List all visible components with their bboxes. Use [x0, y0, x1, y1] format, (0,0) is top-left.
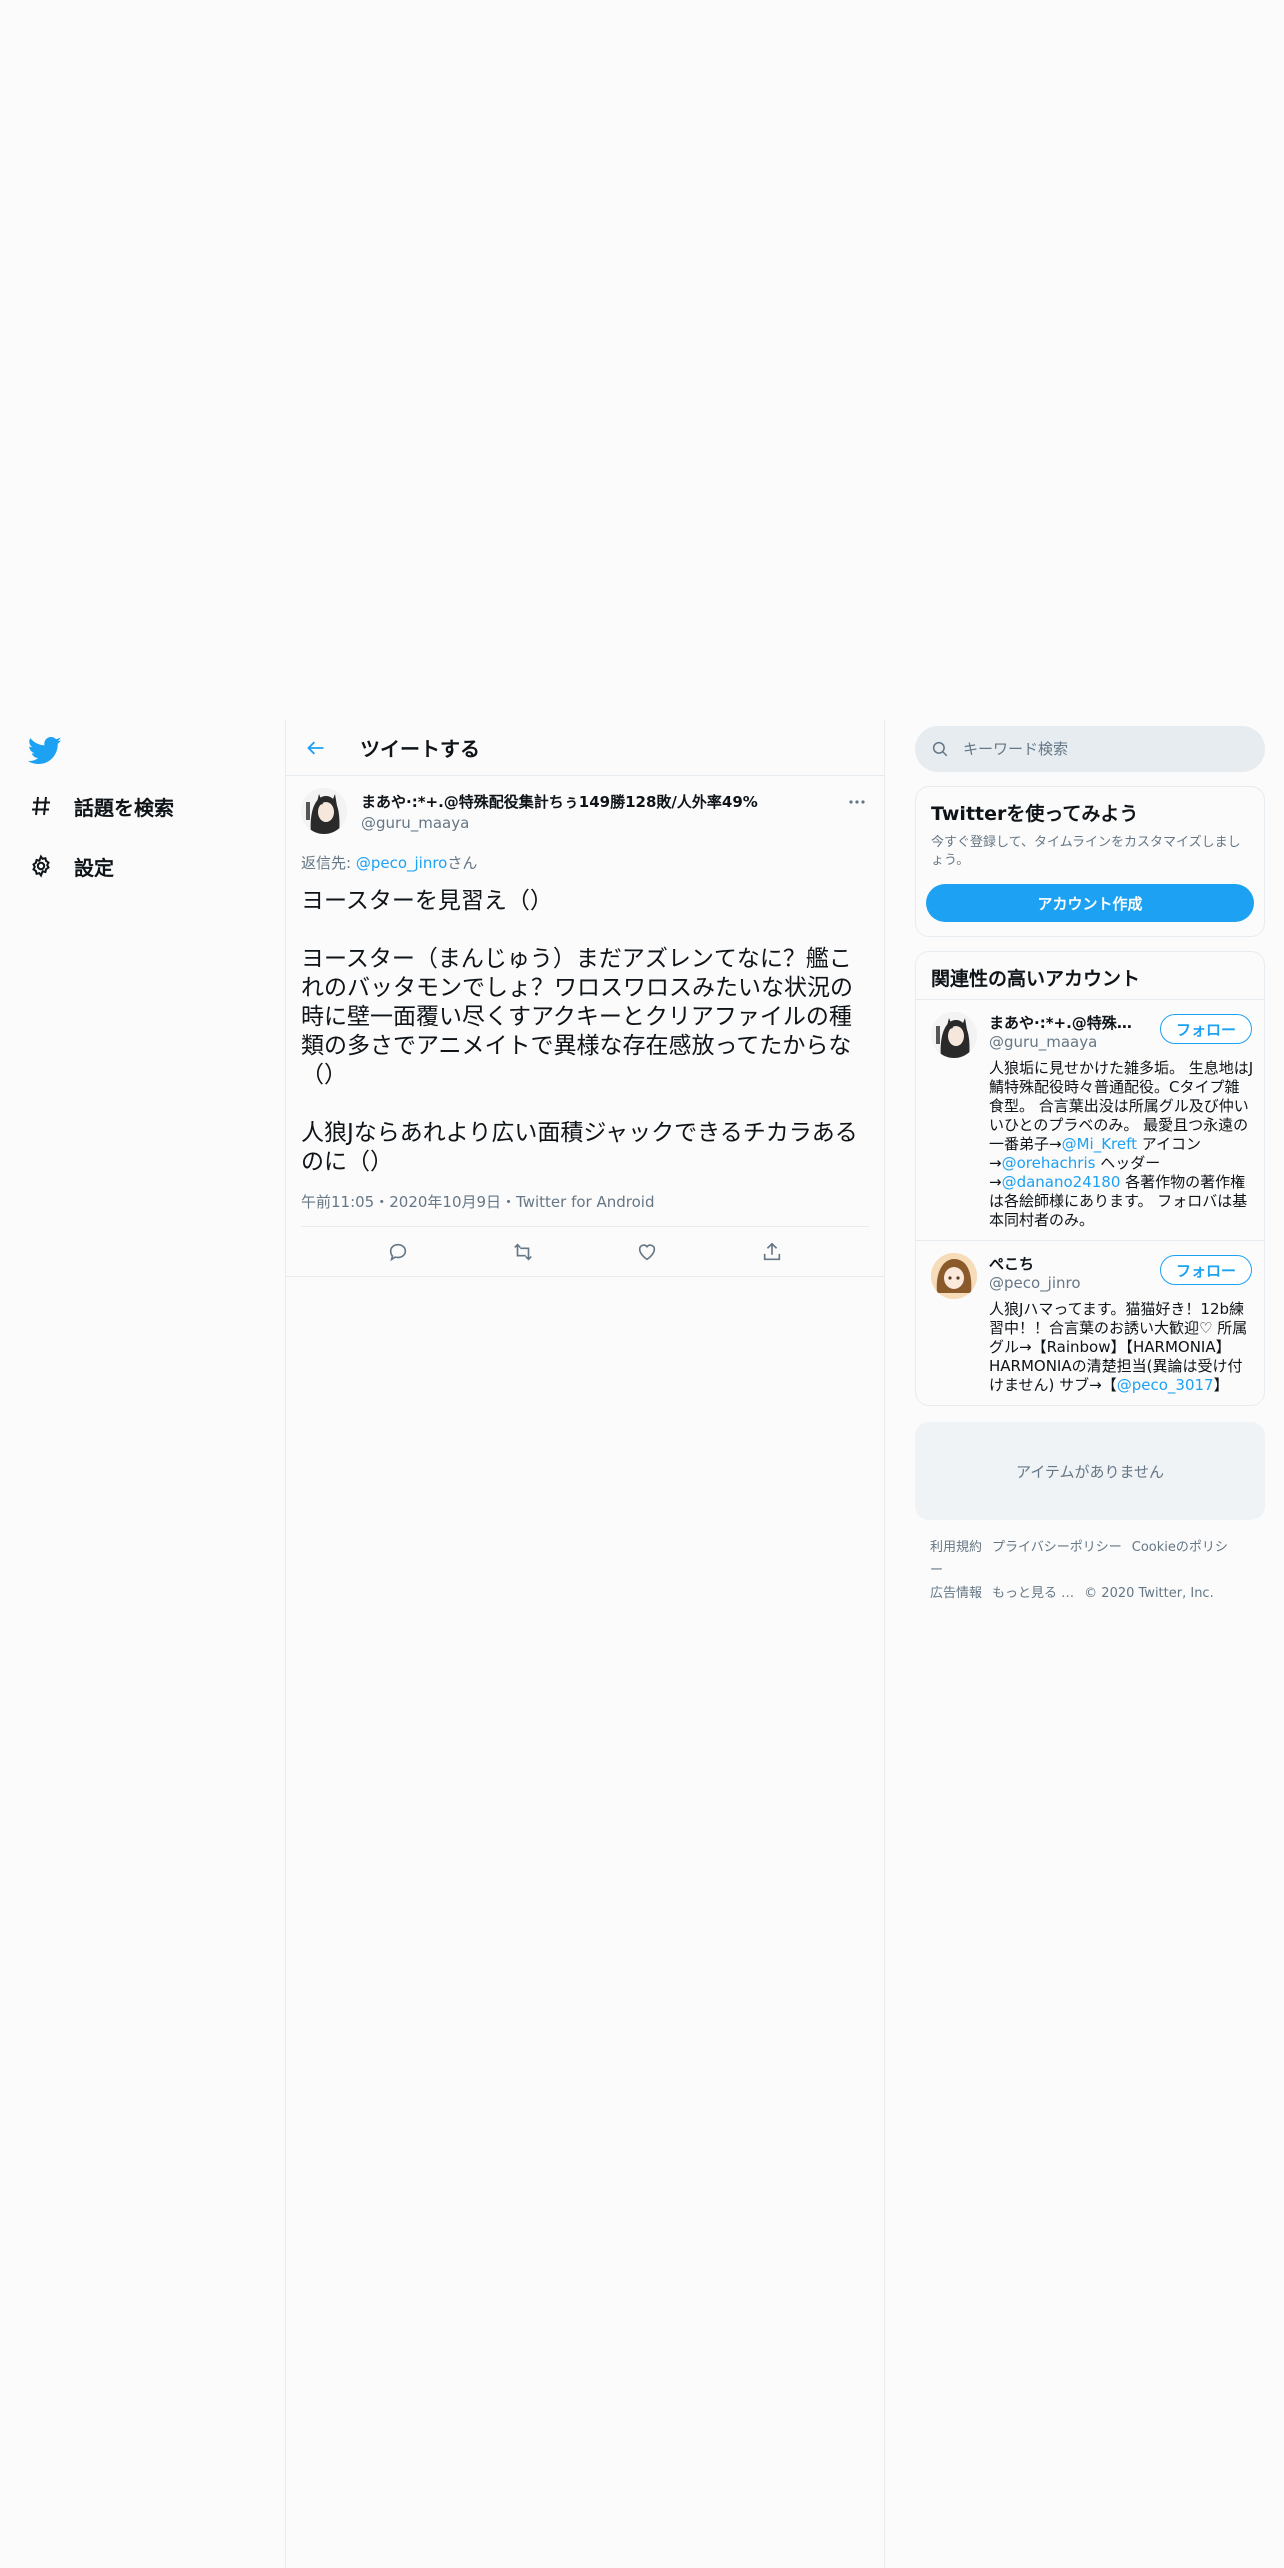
- page: 話題を検索 設定 ツイートする まあや·:*+.@特殊配役集計ちぅ149勝128…: [0, 0, 1284, 2568]
- copyright: © 2020 Twitter, Inc.: [1084, 1586, 1214, 1601]
- bio-link[interactable]: @peco_3017: [1117, 1376, 1214, 1394]
- page-title: ツイートする: [360, 737, 480, 761]
- bio-text: 】: [1213, 1376, 1229, 1394]
- reply-suffix: さん: [447, 854, 478, 872]
- nav-settings-label: 設定: [74, 855, 114, 880]
- footer-link[interactable]: 利用規約: [930, 1540, 982, 1555]
- signup-card: Twitterを使ってみよう 今すぐ登録して、タイムラインをカスタマイズしましょ…: [915, 786, 1265, 937]
- account-bio: 人狼垢に見せかけた雑多垢。 生息地はJ鯖特殊配役時々普通配役。Cタイプ雑食型。 …: [989, 1059, 1254, 1230]
- twitter-logo-icon[interactable]: [27, 736, 62, 766]
- nav-explore[interactable]: 話題を検索: [26, 786, 174, 826]
- arrow-left-icon: [307, 741, 324, 754]
- bio-link[interactable]: @danano24180: [1002, 1173, 1121, 1191]
- right-sidebar: Twitterを使ってみよう 今すぐ登録して、タイムラインをカスタマイズしましょ…: [915, 720, 1265, 1605]
- back-button[interactable]: [296, 728, 336, 768]
- more-options-button[interactable]: [845, 792, 869, 812]
- page-header: ツイートする: [286, 720, 884, 776]
- related-title: 関連性の高いアカウント: [931, 968, 1141, 990]
- reply-icon: [390, 1243, 407, 1261]
- footer-link[interactable]: プライバシーポリシー: [992, 1540, 1122, 1555]
- account-bio: 人狼Jハマってます。猫猫好き！12b練習中！！合言葉のお誘い大歓迎♡ 所属グル→…: [989, 1300, 1254, 1395]
- bio-link[interactable]: @orehachris: [1002, 1154, 1096, 1172]
- heart-icon: [639, 1243, 656, 1260]
- search-input[interactable]: [961, 739, 1231, 759]
- footer-more-link[interactable]: もっと見る …: [992, 1586, 1074, 1601]
- reply-prefix: 返信先:: [301, 854, 356, 872]
- hashtag-icon: [26, 791, 56, 821]
- avatar[interactable]: [931, 1253, 977, 1299]
- display-name[interactable]: まあや·:*+.@特殊配役集計ちぅ149勝128敗/人外率49%: [361, 791, 758, 812]
- footer-more-label: もっと見る: [992, 1586, 1058, 1601]
- handle[interactable]: @guru_maaya: [361, 814, 758, 832]
- share-icon: [763, 1242, 780, 1260]
- nav-explore-label: 話題を検索: [74, 795, 174, 820]
- signup-title: Twitterを使ってみよう: [931, 803, 1139, 825]
- nav-settings[interactable]: 設定: [26, 846, 114, 886]
- retweet-button[interactable]: [503, 1232, 543, 1272]
- reply-to: 返信先: @peco_jinroさん: [301, 852, 869, 873]
- tweet: まあや·:*+.@特殊配役集計ちぅ149勝128敗/人外率49% @guru_m…: [286, 776, 884, 1277]
- footer-link[interactable]: 広告情報: [930, 1586, 982, 1601]
- avatar[interactable]: [931, 1012, 977, 1058]
- retweet-icon: [513, 1242, 532, 1261]
- related-account[interactable]: ぺこち @peco_jinro 人狼Jハマってます。猫猫好き！12b練習中！！合…: [916, 1240, 1264, 1405]
- avatar[interactable]: [301, 788, 347, 834]
- like-button[interactable]: [627, 1232, 667, 1272]
- tweet-header: まあや·:*+.@特殊配役集計ちぅ149勝128敗/人外率49% @guru_m…: [301, 788, 869, 840]
- account-name[interactable]: まあや·:*+.@特殊配役集計ちぅ149勝128敗/人外率49%: [989, 1012, 1139, 1033]
- search-box[interactable]: [915, 726, 1265, 772]
- tweet-text: ヨースターを見習え（） ヨースター（まんじゅう）まだアズレンてなに？艦これのバッ…: [301, 888, 858, 1175]
- tweet-actions: [286, 1227, 884, 1277]
- account-info: まあや·:*+.@特殊配役集計ちぅ149勝128敗/人外率49% @guru_m…: [989, 1012, 1254, 1230]
- blank-area: [0, 0, 1284, 720]
- related-account[interactable]: まあや·:*+.@特殊配役集計ちぅ149勝128敗/人外率49% @guru_m…: [916, 999, 1264, 1240]
- left-navigation: 話題を検索 設定: [0, 720, 285, 2568]
- tweet-author: まあや·:*+.@特殊配役集計ちぅ149勝128敗/人外率49% @guru_m…: [361, 788, 758, 840]
- bio-link[interactable]: @Mi_Kreft: [1062, 1135, 1137, 1153]
- follow-button[interactable]: フォロー: [1160, 1255, 1252, 1285]
- main-column: ツイートする まあや·:*+.@特殊配役集計ちぅ149勝128敗/人外率49% …: [285, 720, 885, 2568]
- more-icon: …: [1061, 1586, 1075, 1601]
- signup-subtitle: 今すぐ登録して、タイムラインをカスタマイズしましょう。: [931, 835, 1241, 868]
- create-account-button[interactable]: アカウント作成: [926, 884, 1254, 922]
- reply-button[interactable]: [378, 1232, 418, 1272]
- account-name[interactable]: ぺこち: [989, 1253, 1139, 1274]
- gear-icon: [26, 851, 56, 881]
- trends-empty: アイテムがありません: [915, 1422, 1265, 1520]
- more-icon: [849, 800, 865, 804]
- follow-button[interactable]: フォロー: [1160, 1014, 1252, 1044]
- tweet-timestamp[interactable]: 午前11:05・2020年10月9日・Twitter for Android: [301, 1191, 869, 1227]
- footer: 利用規約 プライバシーポリシー Cookieのポリシー 広告情報 もっと見る … © 2…: [915, 1536, 1265, 1605]
- reply-handle-link[interactable]: @peco_jinro: [356, 854, 448, 872]
- related-accounts-card: 関連性の高いアカウント まあや·:*+.@特殊配役集計ちぅ149勝128敗/人外…: [915, 951, 1265, 1406]
- search-icon: [932, 741, 948, 757]
- share-button[interactable]: [752, 1232, 792, 1272]
